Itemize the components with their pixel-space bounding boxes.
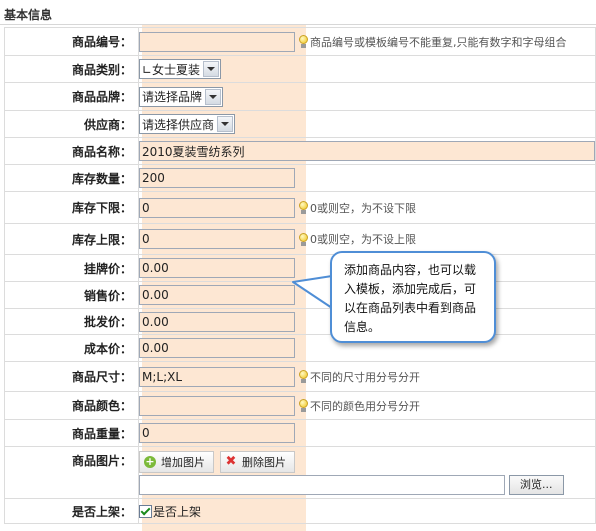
- cost-price-input[interactable]: [139, 338, 295, 358]
- form-row-supplier: 供应商： 请选择供应商: [4, 110, 596, 138]
- add-image-button[interactable]: + 增加图片: [139, 451, 214, 473]
- form-row-cost-price: 成本价：: [4, 334, 596, 362]
- form-row-brand: 商品品牌： 请选择品牌: [4, 82, 596, 111]
- add-icon: +: [144, 455, 156, 468]
- form-row-image: 商品图片： + 增加图片 ✖ 删除图片 浏览...: [4, 446, 596, 499]
- form-row-category: 商品类别： ∟女士夏装: [4, 55, 596, 83]
- label-size: 商品尺寸：: [4, 361, 139, 392]
- delete-icon: ✖: [225, 454, 237, 469]
- chevron-down-icon: [217, 116, 234, 132]
- product-code-input[interactable]: [139, 31, 295, 52]
- color-hint: 不同的颜色用分号分开: [299, 398, 420, 414]
- product-code-hint-text: 商品编号或模板编号不能重复,只能有数字和字母组合: [310, 35, 567, 49]
- lightbulb-icon: [299, 370, 308, 383]
- callout-pointer: [292, 275, 334, 309]
- brand-select[interactable]: 请选择品牌: [139, 86, 224, 107]
- section-divider: [0, 24, 596, 25]
- label-sale-price: 销售价：: [4, 281, 139, 309]
- label-image: 商品图片：: [4, 446, 139, 499]
- form-row-stock-min: 库存下限： 0或则空，为不设下限: [4, 191, 596, 224]
- category-select[interactable]: ∟女士夏装: [139, 59, 222, 79]
- sale-price-input[interactable]: [139, 285, 295, 305]
- help-callout: 添加商品内容，也可以载入模板，添加完成后，可以在商品列表中看到商品信息。: [330, 251, 496, 343]
- lightbulb-icon: [299, 35, 308, 48]
- form-row-size: 商品尺寸： 不同的尺寸用分号分开: [4, 361, 596, 392]
- stock-max-hint: 0或则空，为不设上限: [299, 231, 416, 247]
- supplier-select[interactable]: 请选择供应商: [139, 114, 236, 134]
- label-cost-price: 成本价：: [4, 334, 139, 362]
- form-row-name: 商品名称：: [4, 137, 596, 165]
- label-stock-qty: 库存数量：: [4, 164, 139, 192]
- color-hint-text: 不同的颜色用分号分开: [310, 399, 420, 413]
- lightbulb-icon: [299, 399, 308, 412]
- color-input[interactable]: [139, 395, 295, 416]
- size-hint-text: 不同的尺寸用分号分开: [310, 370, 420, 384]
- delete-image-button[interactable]: ✖ 删除图片: [220, 451, 295, 473]
- delete-image-label: 删除图片: [242, 456, 286, 469]
- size-hint: 不同的尺寸用分号分开: [299, 369, 420, 385]
- chevron-down-icon: [203, 61, 220, 77]
- size-input[interactable]: [139, 366, 295, 387]
- on-shelf-checkbox-label: 是否上架: [153, 504, 202, 519]
- label-category: 商品类别：: [4, 55, 139, 83]
- chevron-down-icon: [205, 88, 222, 105]
- label-on-shelf: 是否上架：: [4, 498, 139, 524]
- browse-button[interactable]: 浏览...: [509, 475, 564, 495]
- stock-max-input[interactable]: [139, 229, 295, 249]
- add-image-label: 增加图片: [161, 456, 205, 469]
- label-supplier: 供应商：: [4, 110, 139, 138]
- form-row-product-code: 商品编号： 商品编号或模板编号不能重复,只能有数字和字母组合: [4, 27, 596, 56]
- brand-select-value: 请选择品牌: [142, 90, 203, 104]
- form-row-on-shelf: 是否上架： 是否上架: [4, 498, 596, 524]
- label-brand: 商品品牌：: [4, 82, 139, 111]
- stock-max-hint-text: 0或则空，为不设上限: [310, 233, 416, 246]
- wholesale-price-input[interactable]: [139, 311, 295, 332]
- label-stock-min: 库存下限：: [4, 191, 139, 224]
- help-callout-text: 添加商品内容，也可以载入模板，添加完成后，可以在商品列表中看到商品信息。: [344, 263, 477, 334]
- section-title: 基本信息: [4, 8, 53, 22]
- supplier-select-value: 请选择供应商: [142, 117, 215, 132]
- label-wholesale-price: 批发价：: [4, 308, 139, 335]
- lightbulb-icon: [299, 201, 308, 214]
- label-color: 商品颜色：: [4, 391, 139, 420]
- image-file-input[interactable]: [139, 475, 505, 495]
- stock-min-input[interactable]: [139, 197, 295, 218]
- product-name-input[interactable]: [139, 141, 595, 161]
- form-row-color: 商品颜色： 不同的颜色用分号分开: [4, 391, 596, 420]
- stock-min-hint: 0或则空，为不设下限: [299, 200, 416, 216]
- label-name: 商品名称：: [4, 137, 139, 165]
- stock-qty-input[interactable]: [139, 168, 295, 188]
- product-code-hint: 商品编号或模板编号不能重复,只能有数字和字母组合: [299, 34, 567, 50]
- label-stock-max: 库存上限：: [4, 223, 139, 255]
- form-row-stock-qty: 库存数量：: [4, 164, 596, 192]
- lightbulb-icon: [299, 232, 308, 246]
- list-price-input[interactable]: [139, 258, 295, 278]
- weight-input[interactable]: [139, 423, 295, 443]
- on-shelf-checkbox[interactable]: [139, 504, 152, 518]
- label-weight: 商品重量：: [4, 419, 139, 447]
- label-list-price: 挂牌价：: [4, 254, 139, 282]
- label-product-code: 商品编号：: [4, 27, 139, 56]
- form-row-weight: 商品重量：: [4, 419, 596, 447]
- stock-min-hint-text: 0或则空，为不设下限: [310, 201, 416, 215]
- category-select-value: ∟女士夏装: [142, 62, 201, 77]
- form-row-stock-max: 库存上限： 0或则空，为不设上限: [4, 223, 596, 255]
